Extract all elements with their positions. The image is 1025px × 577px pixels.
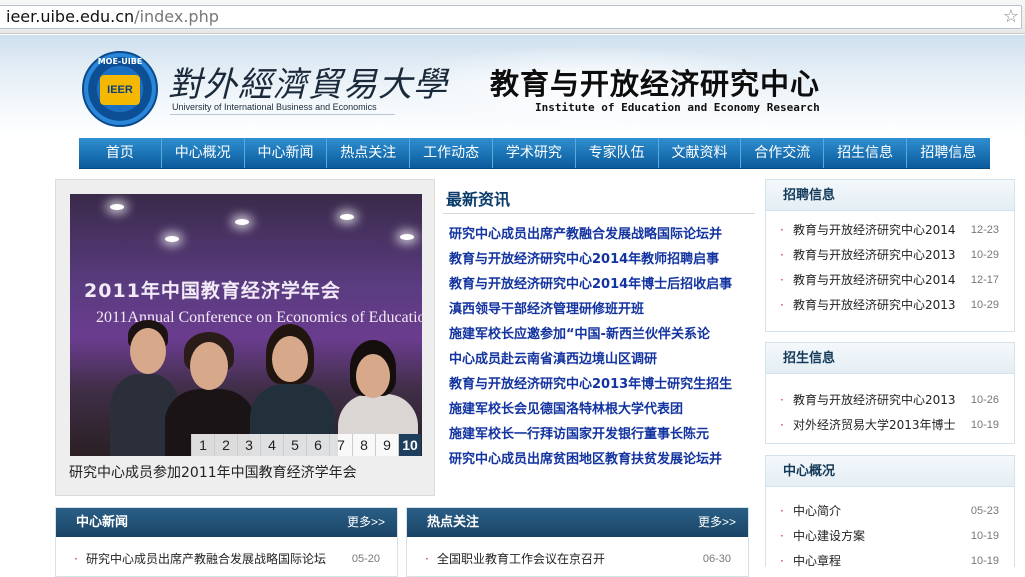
news-link[interactable]: 施建军校长一行拜访国家开发银行董事长陈元 — [449, 425, 749, 450]
bullet-icon: · — [780, 554, 784, 568]
nav-documents[interactable]: 文献资料 — [659, 138, 742, 168]
bookmark-star-icon[interactable]: ☆ — [1003, 6, 1019, 27]
news-link[interactable]: 滇西领导干部经济管理研修班开班 — [449, 300, 749, 325]
ieer-logo[interactable]: MOE-UIBE IEER — [82, 51, 158, 127]
nav-research[interactable]: 学术研究 — [493, 138, 576, 168]
bullet-icon: · — [780, 393, 784, 407]
list-item[interactable]: · 中心建设方案 10-19 — [766, 524, 1014, 549]
list-item[interactable]: · 教育与开放经济研究中心2014 12-17 — [766, 268, 1014, 293]
list-item[interactable]: · 对外经济贸易大学2013年博士 10-19 — [766, 413, 1014, 438]
slide-page-3[interactable]: 3 — [237, 434, 260, 456]
hot-topics-title: 热点关注 — [427, 515, 480, 530]
slide-page-5[interactable]: 5 — [283, 434, 306, 456]
news-link[interactable]: 研究中心成员出席贫困地区教育扶贫发展论坛并 — [449, 450, 749, 475]
address-bar[interactable]: ieer.uibe.edu.cn/index.php — [0, 5, 1022, 29]
url-path: /index.php — [134, 7, 219, 26]
logo-core-text: IEER — [100, 75, 140, 105]
list-item[interactable]: · 教育与开放经济研究中心2014 12-23 — [766, 218, 1014, 243]
list-item[interactable]: · 中心章程 10-19 — [766, 549, 1014, 574]
bullet-icon: · — [780, 223, 784, 237]
nav-hot-topics[interactable]: 热点关注 — [327, 138, 411, 168]
slide-photo[interactable]: 2011年中国教育经济学年会 2011Annual Conference on … — [70, 194, 422, 456]
nav-experts[interactable]: 专家队伍 — [576, 138, 659, 168]
news-link[interactable]: 教育与开放经济研究中心2014年教师招聘启事 — [449, 250, 749, 275]
recruitment-panel-title[interactable]: 招聘信息 — [766, 180, 1014, 211]
slide-page-10[interactable]: 10 — [398, 434, 421, 456]
list-item[interactable]: · 教育与开放经济研究中心2013 10-29 — [766, 293, 1014, 318]
university-name-en: University of International Business and… — [172, 102, 377, 112]
nav-center-news[interactable]: 中心新闻 — [245, 138, 328, 168]
url-host: ieer.uibe.edu.cn — [6, 7, 135, 26]
news-link[interactable]: 中心成员赴云南省滇西边境山区调研 — [449, 350, 749, 375]
nav-cooperation[interactable]: 合作交流 — [741, 138, 825, 168]
divider — [443, 213, 755, 214]
news-link[interactable]: 施建军校长会见德国洛特林根大学代表团 — [449, 400, 749, 425]
bullet-icon: · — [780, 273, 784, 287]
slide-page-7[interactable]: 7 — [329, 434, 352, 456]
latest-news-title: 最新资讯 — [446, 190, 511, 209]
overview-panel-title[interactable]: 中心概况 — [766, 456, 1014, 487]
more-link[interactable]: 更多>> — [698, 508, 736, 537]
admission-panel-title[interactable]: 招生信息 — [766, 343, 1014, 374]
slide-page-2[interactable]: 2 — [214, 434, 237, 456]
bullet-icon: · — [780, 298, 784, 312]
logo-ring-text: MOE-UIBE — [97, 57, 143, 66]
news-link[interactable]: 教育与开放经济研究中心2014年博士后招收启事 — [449, 275, 749, 300]
news-link[interactable]: 教育与开放经济研究中心2013年博士研究生招生 — [449, 375, 749, 400]
bullet-icon: · — [780, 529, 784, 543]
admission-panel: 招生信息 · 教育与开放经济研究中心2013 10-26 · 对外经济贸易大学2013… — [765, 342, 1015, 444]
slide-caption[interactable]: 研究中心成员参加2011年中国教育经济学年会 — [69, 462, 357, 482]
latest-news-list: 研究中心成员出席产教融合发展战略国际论坛并 教育与开放经济研究中心2014年教师… — [449, 225, 749, 475]
main-nav: 首页 中心概况 中心新闻 热点关注 工作动态 学术研究 专家队伍 文献资料 合作… — [79, 138, 990, 169]
nav-overview[interactable]: 中心概况 — [162, 138, 245, 168]
slide-page-4[interactable]: 4 — [260, 434, 283, 456]
slide-page-8[interactable]: 8 — [352, 434, 375, 456]
nav-recruitment[interactable]: 招聘信息 — [907, 138, 990, 168]
browser-toolbar: ieer.uibe.edu.cn/index.php ☆ — [0, 0, 1025, 34]
more-link[interactable]: 更多>> — [347, 508, 385, 537]
photo-banner-text: 2011年中国教育经济学年会 — [84, 280, 341, 302]
university-name-cn: 對外經濟貿易大學 — [168, 65, 448, 105]
center-news-header: 中心新闻 更多>> — [56, 508, 397, 537]
bullet-icon: · — [780, 504, 784, 518]
center-news-title: 中心新闻 — [76, 515, 129, 530]
nav-work-updates[interactable]: 工作动态 — [410, 138, 493, 168]
nav-home[interactable]: 首页 — [79, 138, 162, 168]
overview-panel: 中心概况 · 中心简介 05-23 · 中心建设方案 10-19 · 中心章程 10-19 — [765, 455, 1015, 568]
bullet-icon: · — [780, 418, 784, 432]
center-name-en: Institute of Education and Economy Resea… — [535, 101, 820, 114]
slide-page-9[interactable]: 9 — [375, 434, 398, 456]
news-link[interactable]: 研究中心成员出席产教融合发展战略国际论坛并 — [449, 225, 749, 250]
slide-page-1[interactable]: 1 — [191, 434, 214, 456]
news-link[interactable]: 施建军校长应邀参加“中国-新西兰伙伴关系论 — [449, 325, 749, 350]
recruitment-panel: 招聘信息 · 教育与开放经济研究中心2014 12-23 · 教育与开放经济研究中心2… — [765, 179, 1015, 332]
center-name-cn: 教育与开放经济研究中心 — [490, 67, 821, 101]
photo-slideshow: 2011年中国教育经济学年会 2011Annual Conference on … — [55, 179, 435, 496]
slide-pager: 1 2 3 4 5 6 7 8 9 10 — [191, 434, 421, 456]
list-item[interactable]: · 教育与开放经济研究中心2013 10-26 — [766, 388, 1014, 413]
bullet-icon: · — [780, 248, 784, 262]
slide-page-6[interactable]: 6 — [306, 434, 329, 456]
list-item[interactable]: · 中心简介 05-23 — [766, 499, 1014, 524]
list-item[interactable]: · 教育与开放经济研究中心2013 10-29 — [766, 243, 1014, 268]
nav-admissions[interactable]: 招生信息 — [824, 138, 907, 168]
site-header: MOE-UIBE IEER 對外經濟貿易大學 University of Int… — [0, 35, 1025, 138]
hot-topics-header: 热点关注 更多>> — [407, 508, 748, 537]
